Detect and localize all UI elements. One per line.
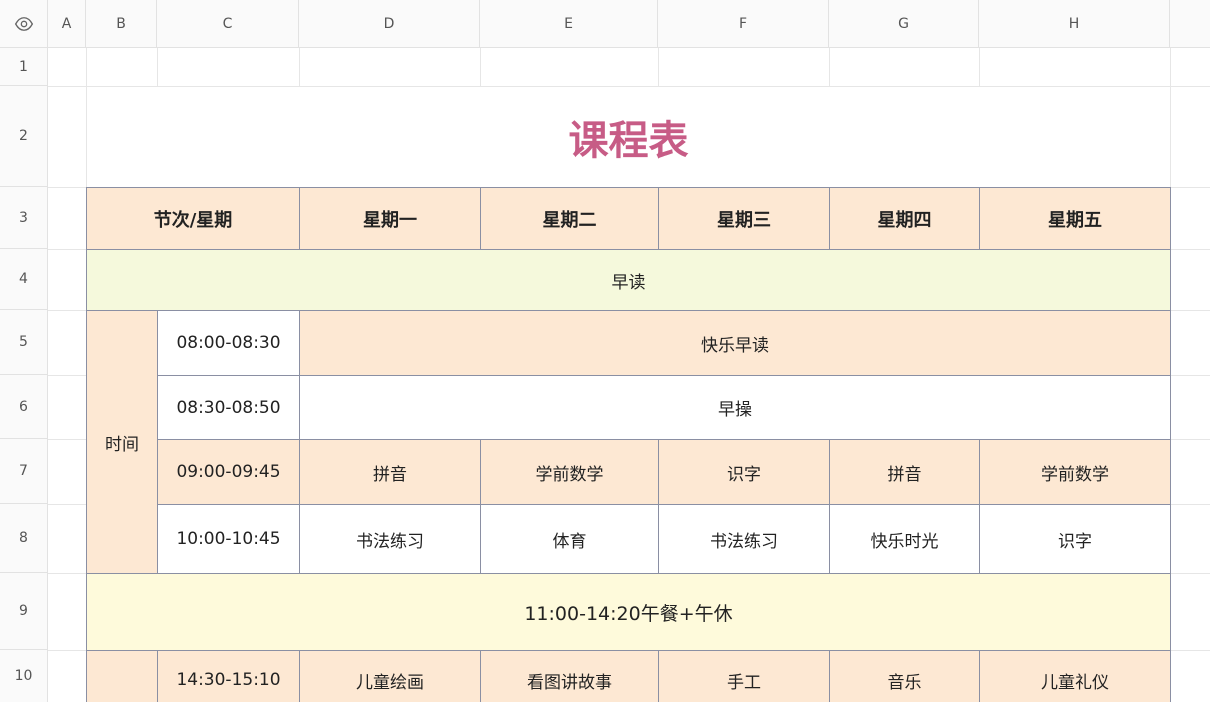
header-day-cell[interactable]: 星期四 (829, 187, 980, 250)
time-slot-cell[interactable]: 08:30-08:50 (157, 375, 300, 440)
row-header-4[interactable]: 4 (0, 249, 48, 310)
class-cell[interactable]: 识字 (979, 504, 1171, 574)
afternoon-label-cell[interactable] (86, 650, 158, 702)
class-cell[interactable]: 手工 (658, 650, 830, 702)
row-header-5[interactable]: 5 (0, 310, 48, 375)
class-cell[interactable]: 拼音 (299, 439, 481, 505)
row-header-3[interactable]: 3 (0, 187, 48, 249)
select-all-corner[interactable] (0, 0, 48, 48)
lunch-break-cell[interactable]: 11:00-14:20午餐+午休 (86, 573, 1171, 651)
row-header-7[interactable]: 7 (0, 439, 48, 504)
class-cell[interactable]: 儿童绘画 (299, 650, 481, 702)
row-header-6[interactable]: 6 (0, 375, 48, 439)
header-day-cell[interactable]: 星期三 (658, 187, 830, 250)
column-header-d[interactable]: D (299, 0, 480, 48)
column-header-next[interactable] (1170, 0, 1210, 48)
row-header-2[interactable]: 2 (0, 86, 48, 187)
time-label-cell[interactable]: 时间 (86, 310, 158, 574)
row-header-1[interactable]: 1 (0, 48, 48, 86)
time-slot-cell[interactable]: 10:00-10:45 (157, 504, 300, 574)
class-cell[interactable]: 学前数学 (480, 439, 659, 505)
header-corner-cell[interactable]: 节次/星期 (86, 187, 300, 250)
header-day-cell[interactable]: 星期二 (480, 187, 659, 250)
row-header-9[interactable]: 9 (0, 573, 48, 650)
morning-reading-cell[interactable]: 早读 (86, 249, 1171, 311)
gridline (480, 48, 481, 86)
column-header-a[interactable]: A (48, 0, 86, 48)
column-header-h[interactable]: H (979, 0, 1170, 48)
header-day-cell[interactable]: 星期五 (979, 187, 1171, 250)
header-day-cell[interactable]: 星期一 (299, 187, 481, 250)
column-header-e[interactable]: E (480, 0, 658, 48)
row-header-10[interactable]: 10 (0, 650, 48, 702)
eye-icon (14, 16, 33, 31)
class-cell[interactable]: 识字 (658, 439, 830, 505)
class-cell[interactable]: 音乐 (829, 650, 980, 702)
column-header-b[interactable]: B (86, 0, 157, 48)
time-slot-cell[interactable]: 14:30-15:10 (157, 650, 300, 702)
class-cell[interactable]: 快乐时光 (829, 504, 980, 574)
gridline (658, 48, 659, 86)
class-cell[interactable]: 学前数学 (979, 439, 1171, 505)
column-header-g[interactable]: G (829, 0, 979, 48)
time-slot-cell[interactable]: 09:00-09:45 (157, 439, 300, 505)
merged-activity-cell[interactable]: 快乐早读 (299, 310, 1171, 376)
class-cell[interactable]: 书法练习 (658, 504, 830, 574)
sheet-title[interactable]: 课程表 (86, 87, 1171, 187)
time-slot-cell[interactable]: 08:00-08:30 (157, 310, 300, 376)
class-cell[interactable]: 拼音 (829, 439, 980, 505)
gridline (299, 48, 300, 86)
class-cell[interactable]: 看图讲故事 (480, 650, 659, 702)
column-header-f[interactable]: F (658, 0, 829, 48)
gridline (829, 48, 830, 86)
class-cell[interactable]: 儿童礼仪 (979, 650, 1171, 702)
spreadsheet: A B C D E F G H 1 2 3 4 5 6 7 8 9 10 课程表… (0, 0, 1210, 702)
row-header-8[interactable]: 8 (0, 504, 48, 573)
gridline (979, 48, 980, 86)
gridline (157, 48, 158, 86)
column-header-c[interactable]: C (157, 0, 299, 48)
merged-activity-cell[interactable]: 早操 (299, 375, 1171, 440)
class-cell[interactable]: 书法练习 (299, 504, 481, 574)
class-cell[interactable]: 体育 (480, 504, 659, 574)
